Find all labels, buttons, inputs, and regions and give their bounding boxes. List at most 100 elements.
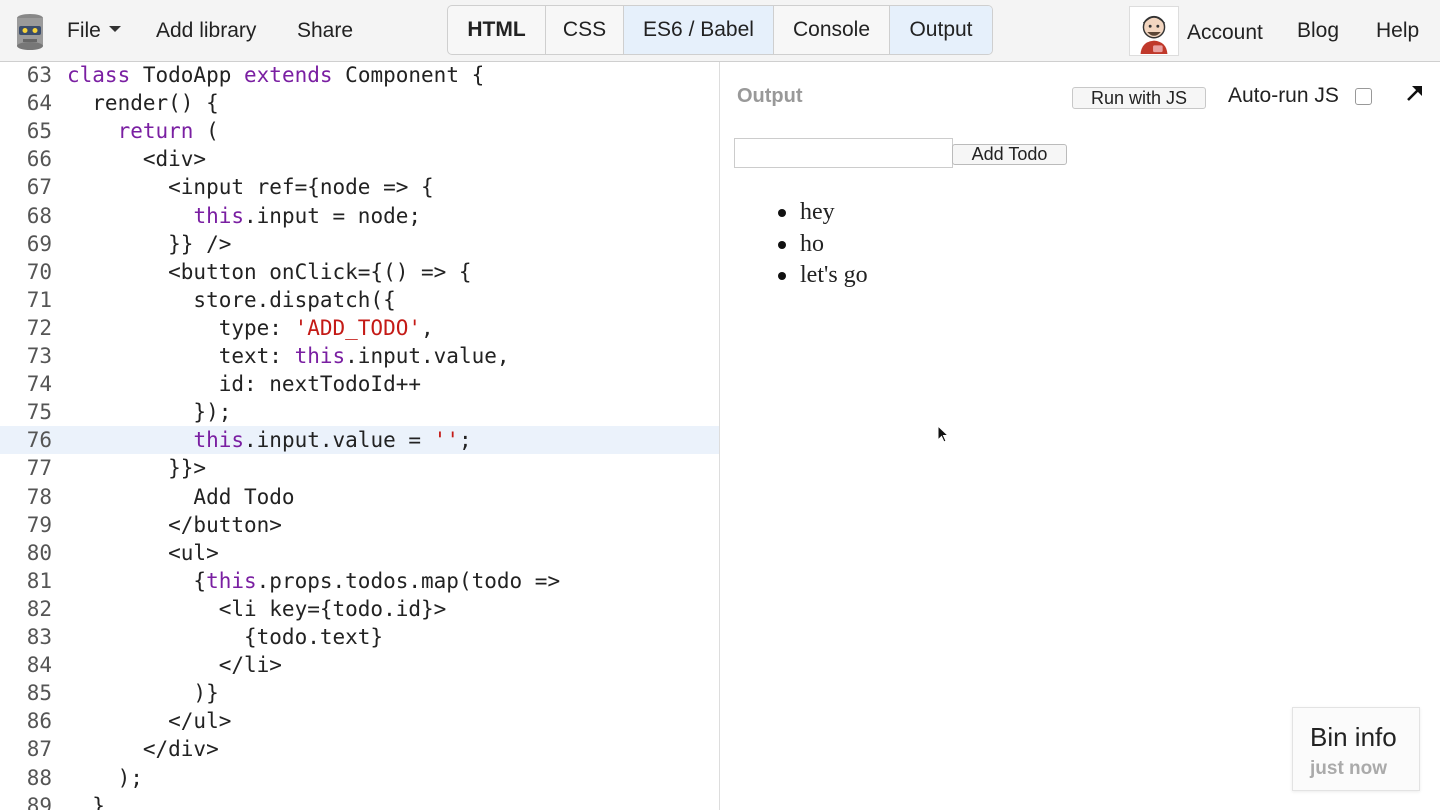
todo-input[interactable] (734, 138, 953, 168)
run-with-js-button[interactable]: Run with JS (1072, 87, 1206, 109)
code-text: store.dispatch({ (67, 287, 396, 312)
line-number: 86 (26, 709, 52, 734)
line-number: 87 (26, 737, 52, 762)
code-text: text: this.input.value, (67, 344, 510, 368)
share-menu[interactable]: Share (297, 19, 353, 43)
code-text: </li> (67, 653, 282, 678)
code-line[interactable]: 63 class TodoApp extends Component { (0, 62, 719, 89)
line-number: 67 (26, 175, 52, 200)
code-line[interactable]: 75 }); (0, 398, 719, 426)
list-item: ho (778, 229, 868, 261)
code-text: </button> (67, 512, 282, 537)
code-text: <input ref={node => { (67, 175, 434, 200)
tab-html[interactable]: HTML (448, 6, 546, 54)
line-number: 88 (26, 765, 52, 790)
line-number: 76 (26, 428, 52, 453)
code-line[interactable]: 83 {todo.text} (0, 623, 719, 651)
code-line[interactable]: 64 render() { (0, 89, 719, 117)
code-line[interactable]: 81 {this.props.todos.map(todo => (0, 567, 719, 595)
code-line[interactable]: 73 text: this.input.value, (0, 342, 719, 370)
code-editor[interactable]: 63 class TodoApp extends Component {64 re… (0, 62, 720, 810)
code-line[interactable]: 70 <button onClick={() => { (0, 258, 719, 286)
code-text: </div> (67, 737, 219, 762)
code-line[interactable]: 71 store.dispatch({ (0, 286, 719, 314)
code-line[interactable]: 66 <div> (0, 145, 719, 173)
code-line[interactable]: 77 }}> (0, 454, 719, 482)
blog-link[interactable]: Blog (1297, 19, 1339, 43)
code-text: this.input = node; (193, 203, 422, 228)
bin-info-timestamp: just now (1310, 758, 1388, 779)
code-text: } (67, 793, 105, 810)
line-number: 68 (26, 203, 52, 228)
code-line[interactable]: 76 this.input.value = ''; (0, 426, 719, 455)
code-text: </ul> (67, 709, 232, 734)
line-number: 73 (26, 344, 52, 368)
code-line[interactable]: 68 this.input = node; (0, 202, 719, 230)
code-line[interactable]: 67 <input ref={node => { (0, 173, 719, 201)
code-line[interactable]: 88 ); (0, 764, 719, 792)
code-text: <li key={todo.id}> (67, 596, 447, 621)
bin-info-title: Bin info (1310, 722, 1397, 752)
tab-output[interactable]: Output (890, 6, 992, 54)
code-line[interactable]: 79 </button> (0, 511, 719, 539)
list-item: let's go (778, 260, 868, 292)
popout-arrow-icon[interactable] (1404, 82, 1426, 104)
autorun-label: Auto-run JS (1228, 84, 1339, 107)
line-number: 70 (26, 259, 52, 284)
list-item: hey (778, 197, 868, 229)
account-link[interactable]: Account (1187, 21, 1263, 45)
file-menu-label: File (67, 19, 101, 42)
line-number: 75 (26, 400, 52, 425)
line-number: 81 (26, 568, 52, 593)
code-line[interactable]: 89 } (0, 792, 719, 810)
code-line[interactable]: 65 return ( (0, 117, 719, 145)
tab-es6-babel[interactable]: ES6 / Babel (624, 6, 774, 54)
code-text: }); (67, 400, 232, 425)
file-menu[interactable]: File (67, 19, 121, 43)
code-line[interactable]: 85 )} (0, 679, 719, 707)
code-line[interactable]: 74 id: nextTodoId++ (0, 370, 719, 398)
code-line[interactable]: 80 <ul> (0, 539, 719, 567)
code-line[interactable]: 82 <li key={todo.id}> (0, 595, 719, 623)
tab-css[interactable]: CSS (546, 6, 624, 54)
line-number: 80 (26, 540, 52, 565)
line-number: 71 (26, 287, 52, 312)
code-text: class TodoApp extends Component { (67, 63, 485, 87)
code-line[interactable]: 69 }} /> (0, 230, 719, 258)
autorun-checkbox[interactable] (1355, 88, 1372, 105)
output-pane: Output Run with JS Auto-run JS Add Todo … (720, 62, 1440, 810)
line-number: 82 (26, 596, 52, 621)
code-line[interactable]: 86 </ul> (0, 707, 719, 735)
todo-list: hey ho let's go (778, 197, 868, 292)
code-text: {this.props.todos.map(todo => (67, 568, 561, 593)
code-text: {todo.text} (67, 625, 384, 649)
jsbin-logo-icon[interactable] (14, 12, 46, 52)
code-text: type: 'ADD_TODO', (67, 315, 434, 340)
code-text: render() { (67, 91, 219, 116)
code-line[interactable]: 78 Add Todo (0, 483, 719, 511)
add-todo-button[interactable]: Add Todo (952, 144, 1067, 165)
code-line[interactable]: 87 </div> (0, 735, 719, 763)
top-toolbar: File Add library Share HTML CSS ES6 / Ba… (0, 0, 1440, 62)
line-number: 69 (26, 231, 52, 256)
code-text: <button onClick={() => { (67, 259, 472, 284)
code-text: ); (67, 765, 143, 790)
help-link[interactable]: Help (1376, 19, 1419, 43)
avatar[interactable] (1129, 6, 1179, 56)
line-number: 85 (26, 681, 52, 706)
line-number: 72 (26, 315, 52, 340)
line-number: 78 (26, 484, 52, 509)
add-library-menu[interactable]: Add library (156, 19, 256, 43)
chevron-down-icon (108, 26, 121, 33)
code-text: Add Todo (67, 484, 295, 509)
line-number: 89 (26, 793, 52, 810)
bin-info-panel[interactable]: Bin info just now (1292, 707, 1420, 791)
line-number: 84 (26, 653, 52, 678)
line-number: 83 (26, 625, 52, 649)
code-line[interactable]: 84 </li> (0, 651, 719, 679)
code-text: this.input.value = ''; (193, 428, 472, 453)
code-text: )} (67, 681, 219, 706)
code-line[interactable]: 72 type: 'ADD_TODO', (0, 314, 719, 342)
tab-console[interactable]: Console (774, 6, 890, 54)
mouse-pointer-icon (937, 425, 949, 443)
